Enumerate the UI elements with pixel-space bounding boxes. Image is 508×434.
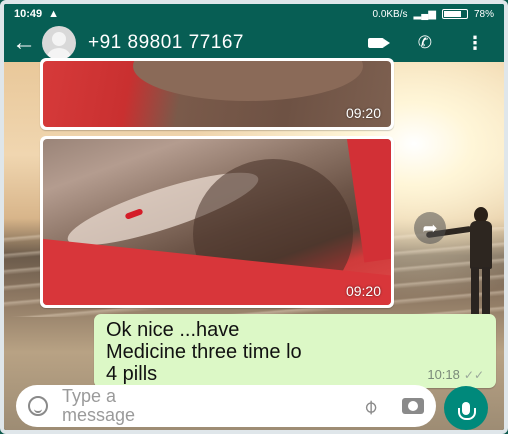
mic-button[interactable] xyxy=(444,386,488,430)
image-message[interactable]: 09:20 xyxy=(40,58,394,130)
phone-screen: 10:49 ▲ 0.0KB/s ▂▄▆ 78% ← +91 89801 7716… xyxy=(0,0,508,434)
chat-header: ← +91 89801 77167 ✆ ⋮ xyxy=(4,24,504,62)
message-input-bar[interactable]: Type a message ⌀ xyxy=(16,385,436,427)
message-time: 09:20 xyxy=(345,105,381,121)
camera-icon[interactable] xyxy=(402,398,424,414)
message-time: 10:18 xyxy=(427,367,460,382)
photo[interactable]: 09:20 xyxy=(43,139,391,305)
signal-icon: ▂▄▆ xyxy=(413,8,436,20)
emoji-icon[interactable] xyxy=(28,396,48,416)
battery-percent: 78% xyxy=(473,8,494,20)
forward-icon[interactable]: ➦ xyxy=(414,212,446,244)
more-icon[interactable]: ⋮ xyxy=(466,34,484,52)
avatar[interactable] xyxy=(42,26,76,60)
call-icon[interactable]: ✆ xyxy=(418,33,432,53)
video-call-icon[interactable] xyxy=(367,38,390,48)
contact-name[interactable]: +91 89801 77167 xyxy=(88,32,244,54)
mic-icon xyxy=(458,401,476,420)
battery-icon xyxy=(441,9,468,19)
double-tick-icon: ✓✓ xyxy=(463,368,484,382)
wallpaper-person xyxy=(425,207,496,327)
network-speed: 0.0KB/s xyxy=(372,8,408,20)
attach-icon[interactable]: ⌀ xyxy=(357,393,383,419)
status-time: 10:49 xyxy=(14,8,43,20)
message-time: 09:20 xyxy=(345,283,381,299)
message-meta: 10:18 ✓✓ xyxy=(427,367,484,382)
chat-area[interactable]: 09:20 09:20 ➦ Ok nice ...have Medicine t… xyxy=(4,58,504,430)
back-arrow-icon[interactable]: ← xyxy=(12,31,38,55)
message-input[interactable]: Type a message xyxy=(62,387,212,425)
image-message[interactable]: 09:20 xyxy=(40,136,394,308)
status-bar: 10:49 ▲ 0.0KB/s ▂▄▆ 78% xyxy=(4,4,504,24)
photo[interactable]: 09:20 xyxy=(43,61,391,127)
status-right: 0.0KB/s ▂▄▆ 78% xyxy=(372,9,494,20)
text-message[interactable]: Ok nice ...have Medicine three time lo 4… xyxy=(94,314,496,388)
warning-icon: ▲ xyxy=(48,8,60,20)
header-actions: ✆ ⋮ xyxy=(367,33,484,53)
